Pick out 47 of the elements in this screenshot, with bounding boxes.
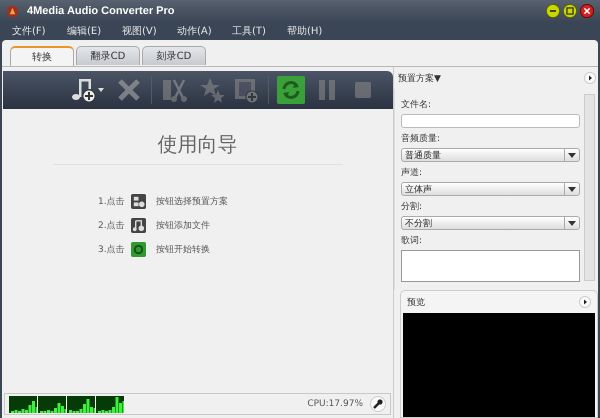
menu-item[interactable]: 帮助(H) — [287, 24, 342, 38]
window-title: 4Media Audio Converter Pro — [27, 5, 175, 17]
cpu-graph — [9, 396, 37, 412]
field-label: 声道: — [401, 166, 424, 179]
app-logo-icon — [6, 4, 19, 18]
menu-item[interactable]: 视图(V) — [122, 24, 177, 38]
text-area[interactable] — [401, 250, 580, 282]
field-label: 分割: — [401, 200, 424, 213]
preview-title: 预览 — [407, 296, 425, 308]
step-number: 1.点击 — [98, 196, 126, 208]
minimize-icon[interactable] — [546, 4, 560, 18]
convert-icon — [131, 242, 146, 256]
step-text: 按钮选择预置方案 — [156, 195, 228, 208]
caret-icon — [568, 220, 576, 226]
step-text: 按钮添加文件 — [156, 220, 210, 232]
field-label: 歌词: — [401, 234, 424, 247]
tab[interactable]: 刻录CD — [142, 46, 206, 65]
menu-item[interactable]: 编辑(E) — [67, 24, 122, 38]
guide-title: 使用向导 — [52, 131, 342, 165]
caret-icon — [568, 152, 576, 158]
caret-icon — [568, 186, 576, 192]
step-text: 按钮开始转换 — [156, 244, 210, 256]
profile-icon — [131, 194, 146, 208]
dropdown[interactable]: 立体声 — [401, 182, 580, 196]
tab[interactable]: 转换 — [10, 46, 74, 66]
cpu-usage: CPU:17.97% — [307, 399, 363, 409]
dropdown[interactable]: 不分割 — [401, 216, 580, 230]
profile-dropdown[interactable]: 预置方案▼ — [398, 72, 441, 84]
tab[interactable]: 翻录CD — [76, 46, 140, 65]
menu-item[interactable]: 文件(F) — [12, 24, 67, 38]
add-music-icon — [131, 218, 146, 232]
step-number: 3.点击 — [98, 244, 126, 256]
cpu-graph — [38, 396, 66, 412]
input-field[interactable] — [401, 114, 580, 128]
scrollbar[interactable] — [584, 94, 595, 281]
cpu-graph — [67, 396, 95, 412]
field-label: 音频质量: — [401, 132, 442, 145]
convert-icon[interactable] — [277, 76, 305, 104]
maximize-icon[interactable] — [563, 4, 577, 18]
field-label: 文件名: — [401, 98, 432, 111]
dropdown[interactable]: 普通质量 — [401, 148, 580, 162]
wrench-icon[interactable] — [370, 396, 386, 412]
cpu-graph — [96, 396, 124, 412]
menu-item[interactable]: 动作(A) — [177, 24, 232, 38]
menu-item[interactable]: 工具(T) — [232, 24, 287, 38]
step-number: 2.点击 — [98, 220, 126, 232]
close-icon[interactable] — [580, 4, 594, 18]
